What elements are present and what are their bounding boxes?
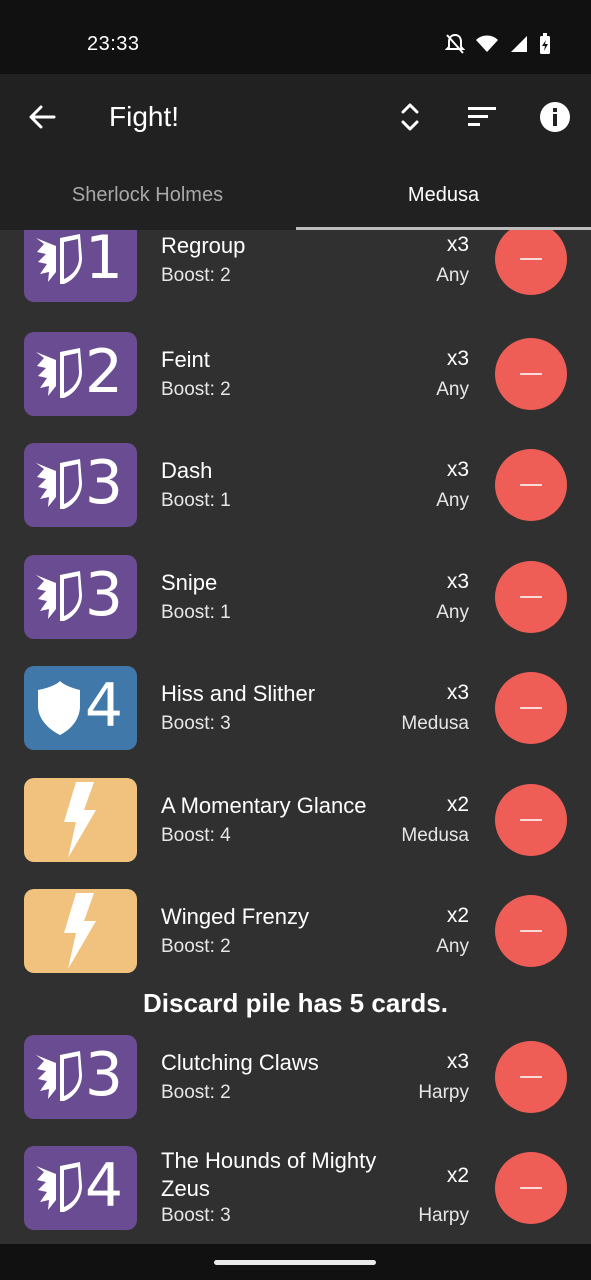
card-boost: Boost: 2 (161, 265, 231, 286)
list-item: 2 Feint Boost: 2 x3 Any (0, 332, 591, 438)
card-art: 3 (24, 1035, 137, 1119)
card-owner: Harpy (418, 1082, 469, 1103)
card-quantity: x3 (446, 681, 469, 704)
remove-card-button[interactable] (495, 784, 567, 856)
scheme-lightning-icon (64, 782, 96, 858)
card-art: 3 (24, 443, 137, 527)
status-icons (445, 33, 551, 55)
card-quantity: x3 (446, 233, 469, 256)
remove-card-button[interactable] (495, 895, 567, 967)
card-owner: Medusa (401, 825, 469, 846)
page-title: Fight! (109, 101, 180, 132)
signal-icon (511, 36, 527, 52)
list-item: 4 Hiss and Slither Boost: 3 x3 Medusa (0, 666, 591, 772)
card-quantity: x3 (446, 570, 469, 593)
card-quantity: x3 (446, 1050, 469, 1073)
list-item: 1 Regroup Boost: 2 x3 Any (0, 230, 591, 326)
versatile-icon (36, 1051, 82, 1101)
card-name: Feint (161, 347, 210, 372)
remove-card-button[interactable] (495, 1041, 567, 1113)
scheme-lightning-icon (64, 893, 96, 969)
app-bar: Fight! (0, 74, 591, 160)
card-art: 3 (24, 555, 137, 639)
sort-icon[interactable] (465, 99, 501, 135)
card-list[interactable]: 1 Regroup Boost: 2 x3 Any 2 Feint Boost:… (0, 230, 591, 1244)
versatile-icon (36, 571, 82, 621)
expand-collapse-icon[interactable] (392, 99, 428, 135)
card-art: 4 (24, 666, 137, 750)
card-name: Clutching Claws (161, 1050, 319, 1075)
remove-card-button[interactable] (495, 1152, 567, 1224)
card-value: 4 (84, 1151, 123, 1221)
versatile-icon (36, 1162, 82, 1212)
card-owner: Medusa (401, 713, 469, 734)
card-boost: Boost: 4 (161, 825, 231, 846)
card-art: 4 (24, 1146, 137, 1230)
list-item: 4 The Hounds of Mighty Zeus Boost: 3 x2 … (0, 1146, 591, 1244)
card-owner: Any (436, 936, 469, 957)
card-owner: Any (436, 490, 469, 511)
card-owner: Any (436, 265, 469, 286)
remove-card-button[interactable] (495, 338, 567, 410)
tab-bar: Sherlock Holmes Medusa (0, 160, 591, 230)
info-icon[interactable] (537, 99, 573, 135)
card-name: Regroup (161, 233, 246, 258)
discard-pile-heading: Discard pile has 5 cards. (143, 988, 448, 1018)
card-value: 1 (84, 230, 123, 293)
card-art (24, 778, 137, 862)
status-bar: 23:33 (0, 0, 591, 74)
card-quantity: x2 (446, 793, 469, 816)
card-boost: Boost: 1 (161, 602, 231, 623)
card-name: Winged Frenzy (161, 904, 309, 929)
card-value: 2 (84, 337, 123, 407)
card-boost: Boost: 2 (161, 936, 231, 957)
card-value: 3 (84, 560, 123, 630)
card-quantity: x2 (446, 1164, 469, 1187)
card-value: 3 (84, 448, 123, 518)
list-item: A Momentary Glance Boost: 4 x2 Medusa (0, 778, 591, 884)
defense-shield-icon (38, 681, 80, 735)
card-name: Snipe (161, 570, 218, 595)
card-owner: Harpy (418, 1205, 469, 1226)
home-gesture-handle[interactable] (214, 1260, 376, 1265)
notifications-off-icon (445, 33, 465, 54)
remove-card-button[interactable] (495, 230, 567, 295)
card-art: 1 (24, 230, 137, 302)
card-boost: Boost: 1 (161, 490, 231, 511)
card-value: 4 (84, 671, 123, 741)
card-art (24, 889, 137, 973)
card-quantity: x3 (446, 458, 469, 481)
versatile-icon (36, 348, 82, 398)
card-owner: Any (436, 602, 469, 623)
card-name: Dash (161, 458, 213, 483)
system-nav-bar (0, 1244, 591, 1280)
card-boost: Boost: 3 (161, 1205, 231, 1226)
list-item: 3 Clutching Claws Boost: 2 x3 Harpy (0, 1035, 591, 1141)
remove-card-button[interactable] (495, 672, 567, 744)
card-boost: Boost: 2 (161, 1082, 231, 1103)
versatile-icon (36, 234, 82, 284)
card-boost: Boost: 3 (161, 713, 231, 734)
card-value: 3 (84, 1040, 123, 1110)
battery-icon (540, 33, 550, 54)
card-owner: Any (436, 379, 469, 400)
list-item: 3 Snipe Boost: 1 x3 Any (0, 555, 591, 661)
back-arrow-icon[interactable] (26, 101, 58, 133)
status-time: 23:33 (87, 33, 140, 55)
tab-sherlock-holmes[interactable]: Sherlock Holmes (0, 160, 295, 230)
remove-card-button[interactable] (495, 561, 567, 633)
card-quantity: x2 (446, 904, 469, 927)
card-quantity: x3 (446, 347, 469, 370)
tab-medusa[interactable]: Medusa (296, 160, 591, 230)
list-item: 3 Dash Boost: 1 x3 Any (0, 443, 591, 549)
card-name: The Hounds of Mighty Zeus (161, 1148, 377, 1201)
versatile-icon (36, 459, 82, 509)
card-name: A Momentary Glance (161, 793, 367, 818)
card-name: Hiss and Slither (161, 681, 316, 706)
wifi-icon (476, 35, 498, 52)
list-item: Winged Frenzy Boost: 2 x2 Any (0, 889, 591, 995)
card-art: 2 (24, 332, 137, 416)
remove-card-button[interactable] (495, 449, 567, 521)
card-boost: Boost: 2 (161, 379, 231, 400)
